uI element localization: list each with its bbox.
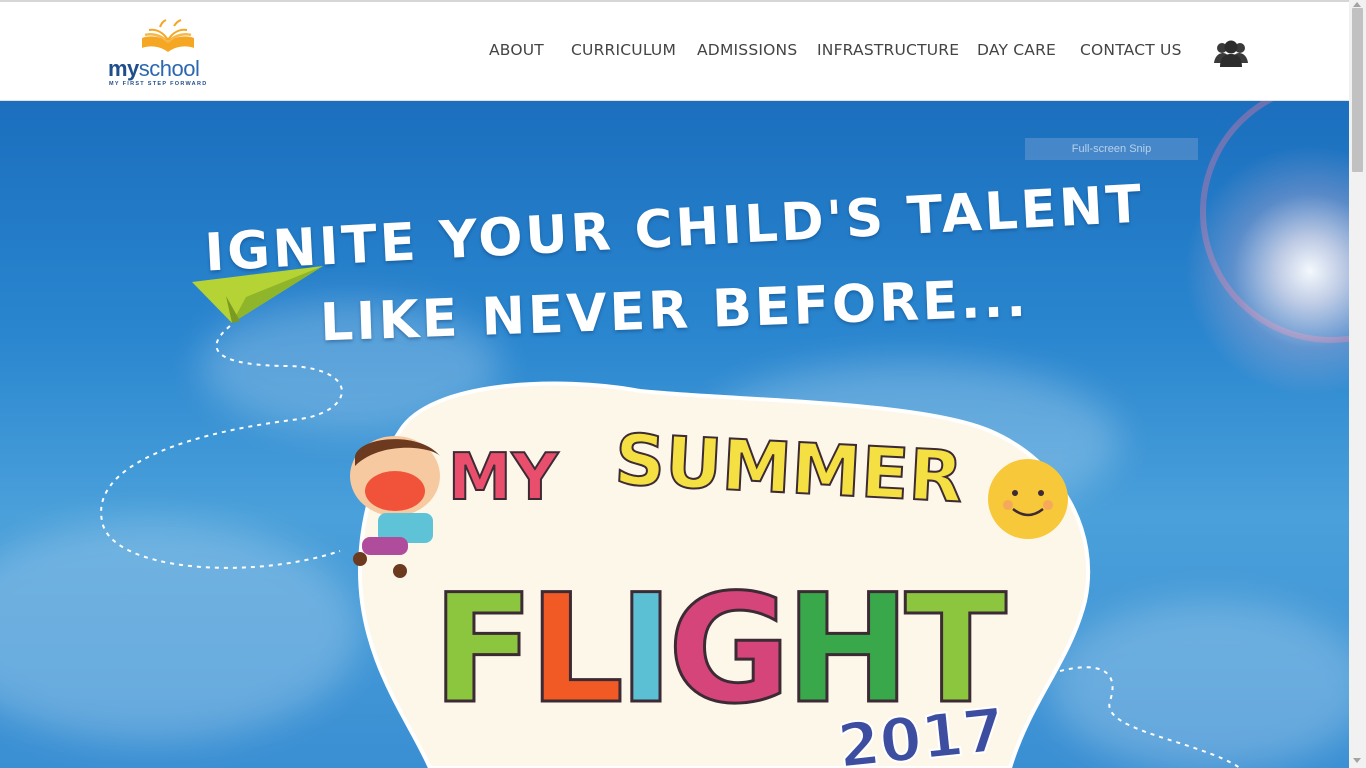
paper-plane-icon: [192, 266, 323, 323]
site-logo[interactable]: myschool MY FIRST STEP FORWARD: [108, 18, 228, 92]
nav-contact-us[interactable]: CONTACT US: [1080, 41, 1182, 59]
logo-word-my: my: [108, 56, 139, 81]
flight-path-dashed-right: [1059, 666, 1241, 768]
nav-infrastructure[interactable]: INFRASTRUCTURE: [817, 41, 959, 59]
scroll-up-arrow-icon[interactable]: [1353, 2, 1361, 7]
scroll-down-arrow-icon[interactable]: [1353, 758, 1361, 763]
smiling-sun-icon: [988, 459, 1068, 539]
logo-word-school: school: [138, 56, 200, 81]
nav-admissions[interactable]: ADMISSIONS: [697, 41, 797, 59]
logo-wordmark: myschool: [108, 56, 200, 82]
scrollbar-thumb[interactable]: [1352, 8, 1363, 172]
letter-f: F: [432, 563, 528, 737]
users-icon[interactable]: [1214, 39, 1248, 69]
nav-day-care[interactable]: DAY CARE: [977, 41, 1056, 59]
letter-g: G: [668, 563, 785, 737]
site-header: myschool MY FIRST STEP FORWARD ABOUT CUR…: [0, 2, 1349, 101]
open-book-logo-icon: [142, 19, 194, 52]
hero-banner[interactable]: Full-screen Snip IGNITE YOUR CHILD'S TAL…: [0, 101, 1349, 768]
logo-tagline: MY FIRST STEP FORWARD: [109, 81, 208, 87]
campaign-word-my: MY: [448, 441, 559, 515]
nav-curriculum[interactable]: CURRICULUM: [571, 41, 676, 59]
letter-l: L: [528, 563, 620, 737]
flight-path-dashed: [100, 325, 343, 569]
nav-about[interactable]: ABOUT: [489, 41, 544, 59]
letter-i: I: [618, 563, 668, 737]
paper-plane-illustration: MY SUMMER FLIGHT 2017: [100, 266, 1241, 768]
summer-flight-logo-artwork: MY SUMMER FLIGHT 2017: [350, 381, 1091, 768]
